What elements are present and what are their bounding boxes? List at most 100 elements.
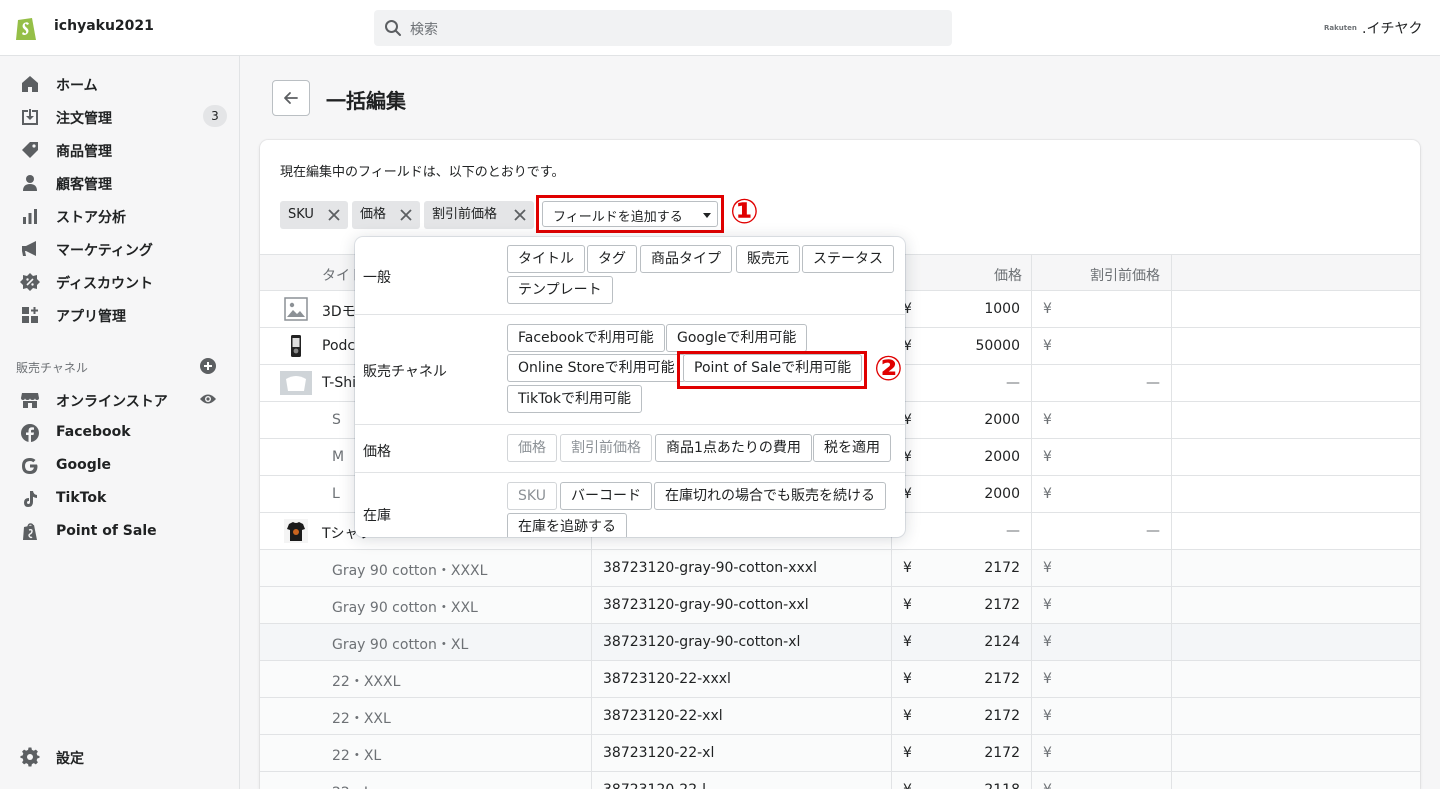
home-icon [22,76,38,92]
gear-icon [20,747,40,767]
cell-compare-price[interactable]: ¥ [1043,708,1052,724]
option-google-available[interactable]: Googleで利用可能 [666,324,808,352]
sidebar-item-home[interactable]: ホーム [0,67,239,99]
cell-title: 22・XXXL [332,674,401,690]
cell-compare-price[interactable]: ¥ [1043,449,1052,465]
sidebar-item-apps[interactable]: アプリ管理 [0,298,239,330]
add-channel-icon[interactable] [200,358,216,374]
sidebar-item-label: ディスカウント [56,276,154,292]
shopify-logo-icon[interactable] [14,14,38,42]
tag-icon [22,142,38,158]
sidebar-item-google[interactable]: Google [0,449,239,481]
cell-price[interactable]: 2172 [940,671,1020,687]
step-marker-2: ② [874,349,903,389]
section-label: 価格 [363,444,391,460]
eye-icon[interactable] [199,392,217,406]
table-row: 22・L 38723120-22-l ¥2118 ¥ [260,772,1420,789]
option-track-quantity[interactable]: 在庫を追跡する [507,513,627,537]
cell-price[interactable]: 2172 [940,597,1020,613]
sidebar-item-tiktok[interactable]: TikTok [0,482,239,514]
cell-price[interactable]: 2124 [940,634,1020,650]
cell-price[interactable]: 2000 [940,486,1020,502]
close-icon[interactable] [513,208,527,222]
cell-sku[interactable]: 38723120-gray-90-cotton-xxl [603,597,809,613]
cell-compare-price[interactable]: — [1100,523,1160,539]
option-continue-selling[interactable]: 在庫切れの場合でも販売を続ける [654,482,886,510]
section-label: 販売チャネル [363,364,447,380]
cell-title: S [332,412,341,428]
cell-price[interactable]: 2118 [940,782,1020,789]
cell-price[interactable]: 50000 [940,338,1020,354]
column-header-price: 価格 [994,268,1022,284]
option-barcode[interactable]: バーコード [560,482,652,510]
cell-compare-price[interactable]: ¥ [1043,782,1052,789]
option-status[interactable]: ステータス [802,245,894,273]
cell-price[interactable]: 2000 [940,412,1020,428]
store-name[interactable]: ichyaku2021 [54,18,154,34]
arrow-left-icon [284,92,298,104]
back-button[interactable] [272,80,310,116]
add-field-button[interactable]: フィールドを追加する [542,201,718,227]
section-inventory: 在庫 SKU バーコード 在庫切れの場合でも販売を続ける 在庫を追跡する [355,473,905,537]
option-template[interactable]: テンプレート [507,276,613,304]
option-online-store-available[interactable]: Online Storeで利用可能 [507,354,686,382]
sidebar-item-discounts[interactable]: ディスカウント [0,265,239,297]
sidebar-item-facebook[interactable]: Facebook [0,416,239,448]
option-vendor[interactable]: 販売元 [736,245,800,273]
tag-label: SKU [288,207,314,222]
point-of-sale-highlight [677,351,867,389]
currency-symbol: ¥ [903,560,912,576]
sidebar-item-analytics[interactable]: ストア分析 [0,199,239,231]
product-thumbnail [284,334,308,358]
sidebar-item-products[interactable]: 商品管理 [0,133,239,165]
cell-compare-price[interactable]: ¥ [1043,597,1052,613]
option-tiktok-available[interactable]: TikTokで利用可能 [507,385,642,413]
cell-compare-price[interactable]: — [1100,375,1160,391]
cell-compare-price[interactable]: ¥ [1043,338,1052,354]
option-facebook-available[interactable]: Facebookで利用可能 [507,324,665,352]
option-title[interactable]: タイトル [507,245,585,273]
sidebar-item-customers[interactable]: 顧客管理 [0,166,239,198]
sidebar-item-online-store[interactable]: オンラインストア [0,383,239,415]
top-bar: ichyaku2021 検索 Rakuten .イチヤク [0,0,1440,56]
option-product-type[interactable]: 商品タイプ [640,245,732,273]
cell-compare-price[interactable]: ¥ [1043,412,1052,428]
cell-compare-price[interactable]: ¥ [1043,634,1052,650]
cell-sku[interactable]: 38723120-gray-90-cotton-xl [603,634,800,650]
cell-compare-price[interactable]: ¥ [1043,301,1052,317]
close-icon[interactable] [399,208,413,222]
cell-compare-price[interactable]: ¥ [1043,486,1052,502]
cell-sku[interactable]: 38723120-22-xxxl [603,671,731,687]
cell-price[interactable]: — [940,523,1020,539]
section-pricing: 価格 価格 割引前価格 商品1点あたりの費用 税を適用 [355,425,905,473]
cell-sku[interactable]: 38723120-22-l [603,782,706,789]
sidebar-item-settings[interactable]: 設定 [0,740,239,772]
option-tags[interactable]: タグ [587,245,637,273]
cell-price[interactable]: 2000 [940,449,1020,465]
analytics-icon [23,209,37,224]
sidebar-item-marketing[interactable]: マーケティング [0,232,239,264]
search-input[interactable]: 検索 [374,10,952,46]
cell-price[interactable]: — [940,375,1020,391]
close-icon[interactable] [327,208,341,222]
cell-price[interactable]: 2172 [940,708,1020,724]
cell-title: 22・XXL [332,711,391,727]
cell-sku[interactable]: 38723120-22-xl [603,745,714,761]
option-charge-tax[interactable]: 税を適用 [813,434,891,462]
cell-compare-price[interactable]: ¥ [1043,560,1052,576]
table-row: Gray 90 cotton・XXL 38723120-gray-90-cotto… [260,587,1420,624]
sidebar-item-point-of-sale[interactable]: Point of Sale [0,515,239,547]
cell-price[interactable]: 2172 [940,745,1020,761]
cell-sku[interactable]: 38723120-gray-90-cotton-xxxl [603,560,817,576]
cell-compare-price[interactable]: ¥ [1043,671,1052,687]
table-row: 22・XXL 38723120-22-xxl ¥2172 ¥ [260,698,1420,735]
cell-price[interactable]: 1000 [940,301,1020,317]
cell-price[interactable]: 2172 [940,560,1020,576]
sidebar-item-label: アプリ管理 [56,309,126,325]
sidebar-item-orders[interactable]: 注文管理 3 [0,100,239,132]
option-compare-price: 割引前価格 [560,434,652,462]
option-cost-per-item[interactable]: 商品1点あたりの費用 [655,434,812,462]
cell-sku[interactable]: 38723120-22-xxl [603,708,723,724]
user-name[interactable]: .イチヤク [1362,18,1422,38]
cell-compare-price[interactable]: ¥ [1043,745,1052,761]
